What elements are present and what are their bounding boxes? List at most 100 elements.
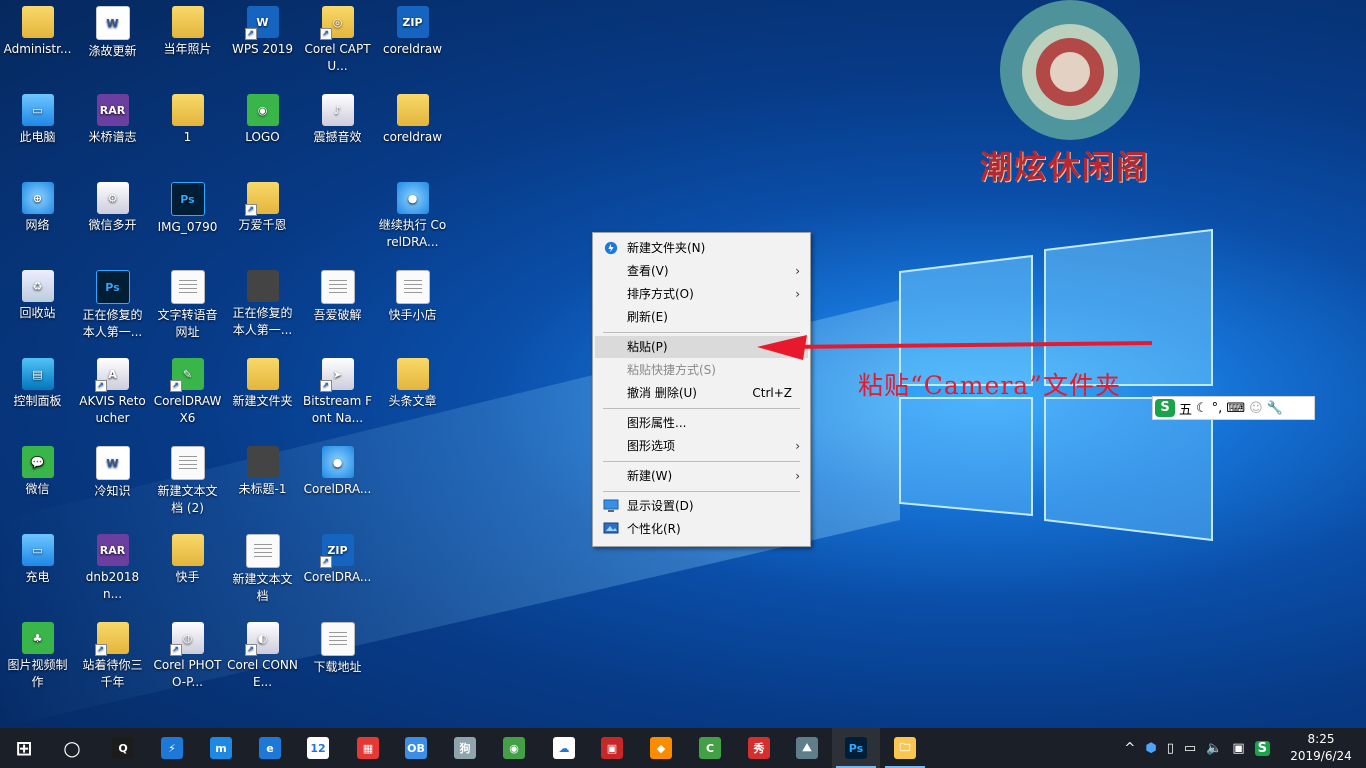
system-clock[interactable]: 8:25 2019/6/24 — [1286, 731, 1356, 765]
desktop-icon[interactable]: RAR dnb2018n... — [75, 528, 150, 612]
desktop-icon[interactable]: W 涤故更新 — [75, 0, 150, 84]
half-width-moon-icon[interactable]: ☾ — [1196, 401, 1208, 416]
desktop-icon-label: Administr... — [3, 42, 72, 56]
taskbar-mi-app-button[interactable]: m — [197, 728, 245, 768]
desktop-icon-label: 正在修复的本人第一... — [232, 306, 293, 337]
taskbar-ob-app-button[interactable]: OB — [392, 728, 440, 768]
zip-icon: ZIP — [396, 6, 429, 38]
desktop-icon[interactable]: ➤Bitstream Font Na... — [300, 352, 375, 436]
desktop-icon-label: 当年照片 — [163, 42, 212, 56]
taskbar-qq-button[interactable]: Q — [99, 728, 147, 768]
menu-item-undo-delete[interactable]: 撤消 删除(U) Ctrl+Z — [595, 382, 808, 404]
desktop-icon[interactable]: 正在修复的本人第一... — [225, 264, 300, 348]
desktop-icon[interactable]: 💬 微信 — [0, 440, 75, 524]
desktop-icon[interactable]: ● CorelDRA... — [300, 440, 375, 524]
desktop-icon[interactable]: W WPS 2019 — [225, 0, 300, 84]
desktop-icon[interactable]: W 冷知识 — [75, 440, 150, 524]
meitu-icon: 秀 — [748, 737, 770, 759]
taskbar-cortana-button[interactable]: ○ — [48, 728, 96, 768]
menu-item-display-settings[interactable]: 显示设置(D) — [595, 495, 808, 517]
taskbar-start-button[interactable]: ⊞ — [0, 728, 48, 768]
akvis-icon: A — [94, 358, 129, 392]
sogou-logo-icon[interactable]: S — [1155, 399, 1175, 417]
desktop-icon[interactable]: 下载地址 — [300, 616, 375, 700]
desktop-icon[interactable]: Administr... — [0, 0, 75, 84]
desktop-icon-label: 文字转语音网址 — [157, 308, 218, 339]
desktop-icon[interactable]: ◍Corel PHOTO-P... — [150, 616, 225, 700]
menu-item-new[interactable]: 新建(W) › — [595, 465, 808, 487]
desktop-icon[interactable]: ◉ LOGO — [225, 88, 300, 172]
taskbar-baidu-netdisk-button[interactable]: ☁ — [540, 728, 588, 768]
taskbar-thunder-button[interactable]: ⚡ — [148, 728, 196, 768]
skin-user-icon[interactable]: ☺ — [1249, 401, 1263, 416]
desktop-icon[interactable]: ▤ 控制面板 — [0, 352, 75, 436]
taskbar-photoshop-button[interactable]: Ps — [832, 728, 880, 768]
menu-item-graphics-properties[interactable]: 图形属性... — [595, 412, 808, 434]
desktop-icon[interactable]: ● 继续执行 CorelDRA... — [375, 176, 450, 260]
desktop-icon[interactable]: coreldraw — [375, 88, 450, 172]
taskbar-jd-app-button[interactable]: 狗 — [441, 728, 489, 768]
desktop-icon[interactable]: 站着待你三千年 — [75, 616, 150, 700]
desktop-icon[interactable]: ✎CorelDRAW X6 — [150, 352, 225, 436]
wrench-tools-icon[interactable]: 🔧 — [1267, 401, 1283, 416]
taskbar-meitu-button[interactable]: 秀 — [735, 728, 783, 768]
taskbar-chrome-button[interactable]: ◉ — [490, 728, 538, 768]
desktop-icon[interactable]: ♣ 图片视频制作 — [0, 616, 75, 700]
desktop-icon[interactable]: 新建文本文档 — [225, 528, 300, 612]
display-icon — [603, 499, 619, 512]
desktop-icon[interactable]: 吾爱破解 — [300, 264, 375, 348]
taskbar-calendar-app-button[interactable]: 12 — [294, 728, 342, 768]
taskbar-file-explorer-button[interactable]: 🗀 — [881, 728, 929, 768]
network-tray-icon[interactable]: ▣ — [1232, 741, 1244, 756]
menu-item-refresh[interactable]: 刷新(E) — [595, 306, 808, 328]
desktop-icon[interactable]: 未标题-1 — [225, 440, 300, 524]
desktop-icon[interactable]: 新建文件夹 — [225, 352, 300, 436]
desktop-icon[interactable]: 1 — [150, 88, 225, 172]
desktop-icon[interactable]: Ps IMG_0790 — [150, 176, 225, 260]
desktop-icon[interactable]: ZIP CorelDRA... — [300, 528, 375, 612]
menu-item-label: 显示设置(D) — [627, 499, 694, 513]
desktop-icon[interactable]: 头条文章 — [375, 352, 450, 436]
taskbar-photo-viewer-button[interactable]: ⛰ — [783, 728, 831, 768]
desktop-icon[interactable]: 新建文本文档 (2) — [150, 440, 225, 524]
desktop-icon[interactable]: ◐Corel CONNE... — [225, 616, 300, 700]
desktop-icon[interactable]: RAR 米桥谱志 — [75, 88, 150, 172]
desktop-icon[interactable]: ◎Corel CAPTU... — [300, 0, 375, 84]
punctuation-icon[interactable]: °, — [1212, 401, 1223, 416]
menu-item-sort-by[interactable]: 排序方式(O) › — [595, 283, 808, 305]
taskbar-edge-button[interactable]: e — [246, 728, 294, 768]
desktop-icon-label: 新建文件夹 — [232, 394, 293, 408]
desktop-icon[interactable]: ▭ 充电 — [0, 528, 75, 612]
volume-icon[interactable]: 🔈 — [1206, 741, 1222, 756]
battery-icon[interactable]: ▭ — [1184, 741, 1196, 756]
taskbar-camtasia-button[interactable]: C — [686, 728, 734, 768]
taskbar-video-app-button[interactable]: ▣ — [588, 728, 636, 768]
corel-balloon-icon: ● — [321, 446, 354, 478]
ime-mode-label[interactable]: 五 — [1179, 399, 1192, 418]
desktop-icon[interactable]: 文字转语音网址 — [150, 264, 225, 348]
soft-keyboard-icon[interactable]: ⌨ — [1226, 401, 1245, 416]
desktop-icon[interactable]: ♻ 回收站 — [0, 264, 75, 348]
desktop-icon[interactable]: ZIP coreldraw — [375, 0, 450, 84]
menu-item-view[interactable]: 查看(V) › — [595, 260, 808, 282]
desktop-icon[interactable]: AAKVIS Retoucher — [75, 352, 150, 436]
desktop-icon[interactable]: 快手 — [150, 528, 225, 612]
taskbar-color-app-button[interactable]: ▦ — [344, 728, 392, 768]
desktop-icon[interactable]: 快手小店 — [375, 264, 450, 348]
desktop-icon[interactable]: ▭ 此电脑 — [0, 88, 75, 172]
desktop-icon[interactable]: 万爱千恩 — [225, 176, 300, 260]
desktop-icon[interactable]: Ps 正在修复的本人第一... — [75, 264, 150, 348]
menu-item-graphics-options[interactable]: 图形选项 › — [595, 435, 808, 457]
desktop-icon[interactable]: ♪ 震撼音效 — [300, 88, 375, 172]
desktop-icon-label: Corel PHOTO-P... — [153, 658, 222, 689]
sogou-tray-icon[interactable]: S — [1254, 740, 1270, 756]
menu-item-new-folder[interactable]: 新建文件夹(N) — [595, 237, 808, 259]
desktop-icon[interactable]: ⊕ 网络 — [0, 176, 75, 260]
show-hidden-icons-chevron-icon[interactable]: ^ — [1124, 741, 1135, 756]
menu-item-personalize[interactable]: 个性化(R) — [595, 518, 808, 540]
taskbar-fish-app-button[interactable]: ◆ — [637, 728, 685, 768]
usb-device-icon[interactable]: ▯ — [1167, 741, 1174, 756]
tray-app-icon[interactable]: ⬢ — [1145, 741, 1156, 756]
desktop-icon[interactable]: 当年照片 — [150, 0, 225, 84]
desktop-icon[interactable]: ⚙ 微信多开 — [75, 176, 150, 260]
